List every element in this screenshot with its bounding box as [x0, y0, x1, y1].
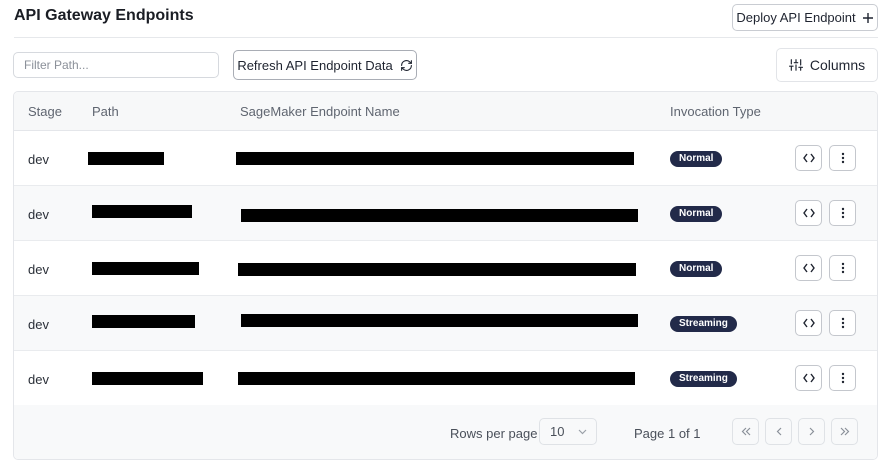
api-gateway-page: API Gateway Endpoints Deploy API Endpoin… [0, 0, 893, 474]
columns-button[interactable]: Columns [776, 48, 878, 82]
refresh-api-endpoint-data-button[interactable]: Refresh API Endpoint Data [233, 50, 417, 80]
column-header-invocation-type[interactable]: Invocation Type [670, 104, 761, 119]
code-icon [802, 153, 815, 163]
table-row: dev Normal [14, 241, 877, 296]
chevrons-left-icon [741, 427, 750, 436]
deploy-api-endpoint-button[interactable]: Deploy API Endpoint [732, 4, 878, 31]
refresh-icon [400, 59, 412, 71]
stage-cell: dev [28, 207, 49, 222]
chevrons-right-icon [840, 427, 849, 436]
redacted-endpoint-name [241, 209, 638, 222]
view-code-button[interactable] [795, 365, 822, 391]
invocation-type-badge: Streaming [670, 371, 737, 387]
page-title: API Gateway Endpoints [14, 7, 194, 24]
redacted-path [92, 315, 195, 328]
chevron-down-icon [579, 429, 587, 434]
row-actions-button[interactable] [829, 310, 856, 336]
code-icon [802, 373, 815, 383]
columns-button-label: Columns [809, 57, 866, 73]
rows-per-page-value: 10 [550, 424, 565, 439]
row-actions-button[interactable] [829, 365, 856, 391]
row-actions-button[interactable] [829, 200, 856, 226]
stage-cell: dev [28, 262, 49, 277]
redacted-endpoint-name [238, 372, 635, 385]
last-page-button[interactable] [831, 418, 858, 445]
rows-per-page-select[interactable]: 10 [539, 418, 597, 445]
previous-page-button[interactable] [765, 418, 792, 445]
stage-cell: dev [28, 152, 49, 167]
deploy-button-label: Deploy API Endpoint [736, 10, 856, 25]
more-vertical-icon [841, 372, 844, 384]
table-header: Stage Path SageMaker Endpoint Name Invoc… [14, 92, 877, 131]
chevron-left-icon [776, 427, 781, 436]
view-code-button[interactable] [795, 310, 822, 336]
redacted-path [92, 262, 199, 275]
pagination-footer: Rows per page 10 Page 1 of 1 [14, 405, 877, 459]
invocation-type-badge: Normal [670, 261, 723, 277]
invocation-type-badge: Streaming [670, 316, 737, 332]
stage-cell: dev [28, 372, 49, 387]
column-header-path[interactable]: Path [92, 104, 119, 119]
redacted-path [92, 372, 203, 385]
redacted-path [92, 205, 192, 218]
more-vertical-icon [841, 317, 844, 329]
table-row: dev Streaming [14, 351, 877, 406]
first-page-button[interactable] [732, 418, 759, 445]
view-code-button[interactable] [795, 255, 822, 281]
column-header-endpoint-name[interactable]: SageMaker Endpoint Name [240, 104, 400, 119]
more-vertical-icon [841, 152, 844, 164]
table-row: dev Normal [14, 186, 877, 241]
table-row: dev Normal [14, 131, 877, 186]
filter-path-input[interactable] [13, 52, 219, 78]
code-icon [802, 263, 815, 273]
table-row: dev Streaming [14, 296, 877, 351]
invocation-type-badge: Normal [670, 206, 723, 222]
redacted-endpoint-name [236, 152, 634, 165]
row-actions-button[interactable] [829, 255, 856, 281]
refresh-button-label: Refresh API Endpoint Data [237, 57, 393, 73]
row-actions-button[interactable] [829, 145, 856, 171]
sliders-icon [788, 59, 803, 71]
endpoints-table: Stage Path SageMaker Endpoint Name Invoc… [13, 91, 878, 460]
chevron-right-icon [809, 427, 814, 436]
page-info: Page 1 of 1 [634, 426, 701, 441]
more-vertical-icon [841, 207, 844, 219]
redacted-path [88, 152, 164, 165]
redacted-endpoint-name [241, 314, 638, 327]
invocation-type-badge: Normal [670, 151, 723, 167]
more-vertical-icon [841, 262, 844, 274]
rows-per-page-label: Rows per page [450, 426, 538, 441]
code-icon [802, 208, 815, 218]
view-code-button[interactable] [795, 145, 822, 171]
plus-icon [862, 12, 873, 23]
stage-cell: dev [28, 317, 49, 332]
code-icon [802, 318, 815, 328]
header-divider [14, 37, 878, 38]
redacted-endpoint-name [238, 263, 636, 276]
column-header-stage[interactable]: Stage [28, 104, 62, 119]
next-page-button[interactable] [798, 418, 825, 445]
view-code-button[interactable] [795, 200, 822, 226]
